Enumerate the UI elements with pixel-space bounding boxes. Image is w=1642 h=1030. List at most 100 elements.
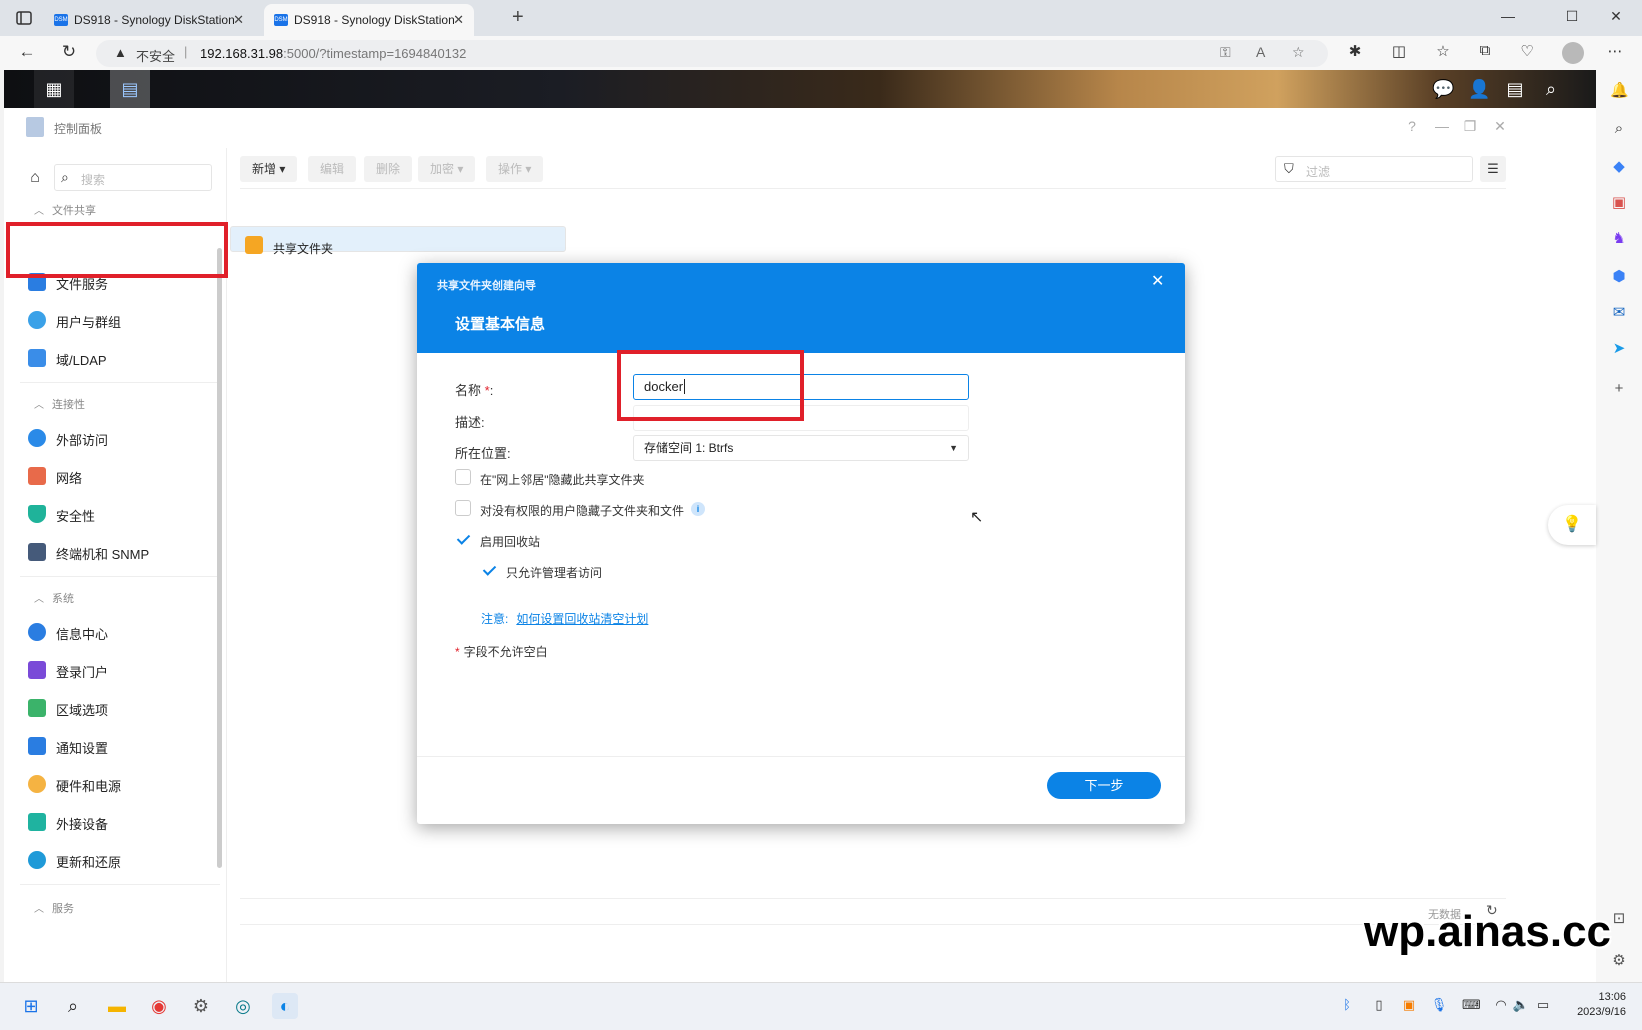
games-icon[interactable]: ♞ xyxy=(1610,230,1628,248)
hide-in-network-label[interactable]: 在"网上邻居"隐藏此共享文件夹 xyxy=(480,471,645,488)
maximize-icon[interactable]: ☐ xyxy=(1562,8,1582,25)
widgets-icon[interactable]: ▤ xyxy=(1504,79,1526,100)
outlook-icon[interactable]: ✉ xyxy=(1610,304,1628,322)
close-icon[interactable]: ✕ xyxy=(1151,271,1164,291)
close-icon[interactable]: ✕ xyxy=(1492,118,1508,135)
screenshot-icon[interactable]: ⊡ xyxy=(1610,910,1628,928)
admin-only-checkbox[interactable] xyxy=(481,562,497,578)
profile-avatar[interactable] xyxy=(1562,42,1584,64)
settings-gear-icon[interactable]: ⚙ xyxy=(188,993,214,1019)
sort-button[interactable]: ☰ xyxy=(1480,156,1506,182)
hide-subfolders-label[interactable]: 对没有权限的用户隐藏子文件夹和文件 xyxy=(480,502,684,519)
sidebar-item-hardware-power[interactable]: 硬件和电源 xyxy=(14,766,214,802)
location-select[interactable]: 存储空间 1: Btrfs ▼ xyxy=(633,435,969,461)
create-button[interactable]: 新增 ▾ xyxy=(240,156,298,182)
favorites-icon[interactable]: ☆ xyxy=(1432,42,1454,60)
section-file-sharing[interactable]: ︿ 文件共享 xyxy=(34,202,96,218)
security-label[interactable]: 不安全 xyxy=(136,46,175,65)
app-icon[interactable]: ◎ xyxy=(230,993,256,1019)
search-icon[interactable]: ⌕ xyxy=(60,993,86,1019)
key-icon[interactable]: ⚿ xyxy=(1220,44,1231,61)
close-tab-icon[interactable]: ✕ xyxy=(453,4,464,36)
new-tab-button[interactable]: + xyxy=(512,6,524,29)
sidebar-item-external-access[interactable]: 外部访问 xyxy=(14,420,214,456)
clock[interactable]: 13:06 2023/9/16 xyxy=(1566,990,1626,1020)
warning-icon[interactable]: ▲ xyxy=(114,45,127,60)
edge-browser-icon[interactable]: ◐ xyxy=(272,993,298,1019)
search-icon[interactable]: ⌕ xyxy=(1540,79,1562,100)
office-icon[interactable]: ⬢ xyxy=(1610,268,1628,286)
volume-icon[interactable]: 🔈 xyxy=(1512,997,1530,1013)
tab-actions-icon[interactable] xyxy=(14,8,34,28)
home-icon[interactable]: ⌂ xyxy=(20,164,50,192)
more-menu-icon[interactable]: ⋯ xyxy=(1604,42,1626,60)
app-tray-icon[interactable]: ▣ xyxy=(1400,997,1418,1013)
bluetooth-icon[interactable]: ᛒ xyxy=(1338,997,1356,1012)
chrome-icon[interactable]: ◉ xyxy=(146,993,172,1019)
add-icon[interactable]: + xyxy=(1610,380,1628,398)
sidebar-item-security[interactable]: 安全性 xyxy=(14,496,214,532)
close-window-icon[interactable]: ✕ xyxy=(1606,8,1626,25)
messages-icon[interactable]: 💬 xyxy=(1432,79,1454,100)
battery-icon[interactable]: ▭ xyxy=(1534,997,1552,1013)
wifi-icon[interactable]: ◠ xyxy=(1492,997,1510,1013)
tag-icon[interactable]: ◆ xyxy=(1610,158,1628,176)
assistant-float-icon[interactable]: 💡 xyxy=(1548,505,1596,545)
toolbox-icon[interactable]: ▣ xyxy=(1610,194,1628,212)
minimize-icon[interactable]: — xyxy=(1434,118,1450,134)
hide-subfolders-checkbox[interactable] xyxy=(455,500,471,516)
restore-icon[interactable]: ❐ xyxy=(1462,118,1478,135)
back-icon[interactable]: ← xyxy=(16,42,38,62)
sidebar-item-update-restore[interactable]: 更新和还原 xyxy=(14,842,214,878)
sidebar-item-external-devices[interactable]: 外接设备 xyxy=(14,804,214,840)
keyboard-icon[interactable]: ⌨ xyxy=(1462,997,1481,1013)
admin-only-label[interactable]: 只允许管理者访问 xyxy=(506,564,602,581)
send-icon[interactable]: ➤ xyxy=(1610,340,1628,358)
windows-start-icon[interactable]: ⊞ xyxy=(18,993,44,1019)
edit-button[interactable]: 编辑 xyxy=(308,156,357,182)
bell-icon[interactable]: 🔔 xyxy=(1610,82,1629,100)
close-tab-icon[interactable]: ✕ xyxy=(233,4,244,36)
enable-recycle-bin-checkbox[interactable] xyxy=(455,531,471,547)
microphone-icon[interactable]: 🎙 xyxy=(1430,997,1448,1013)
main-menu-button[interactable]: ▦ xyxy=(34,70,74,108)
read-aloud-icon[interactable]: A xyxy=(1256,44,1265,60)
enable-recycle-bin-label[interactable]: 启用回收站 xyxy=(480,533,540,550)
favorite-star-icon[interactable]: ☆ xyxy=(1292,44,1305,61)
reload-icon[interactable]: ↻ xyxy=(58,42,80,62)
file-explorer-icon[interactable]: ▬ xyxy=(104,993,130,1019)
hide-in-network-checkbox[interactable] xyxy=(455,469,471,485)
sidebar-item-info-center[interactable]: 信息中心 xyxy=(14,614,214,650)
sidebar-item-login-portal[interactable]: 登录门户 xyxy=(14,652,214,688)
search-icon[interactable]: ⌕ xyxy=(1610,120,1628,138)
sidebar-scrollbar[interactable] xyxy=(217,248,222,868)
encrypt-button[interactable]: 加密 ▾ xyxy=(418,156,476,182)
browser-tab-1[interactable]: DSM DS918 - Synology DiskStation ✕ xyxy=(44,4,254,36)
sidebar-item-terminal-snmp[interactable]: 终端机和 SNMP xyxy=(14,534,214,570)
sidebar-item-shared-folder[interactable]: 共享文件夹 xyxy=(230,226,566,256)
user-icon[interactable]: 👤 xyxy=(1468,79,1490,100)
recycle-bin-schedule-link[interactable]: 如何设置回收站清空计划 xyxy=(516,612,648,626)
sidebar-item-network[interactable]: 网络 xyxy=(14,458,214,494)
filter-input[interactable]: ⛉ 过滤 xyxy=(1275,156,1473,182)
url-input[interactable]: ▲ 不安全 | 192.168.31.98:5000/?timestamp=16… xyxy=(96,40,1328,67)
sidebar-item-regional-options[interactable]: 区域选项 xyxy=(14,690,214,726)
section-system[interactable]: ︿ 系统 xyxy=(34,590,74,606)
info-icon[interactable]: i xyxy=(691,502,705,516)
section-services[interactable]: ︿ 服务 xyxy=(34,900,74,916)
settings-gear-icon[interactable]: ⚙ xyxy=(1610,952,1628,970)
split-screen-icon[interactable]: ◫ xyxy=(1388,42,1410,60)
delete-button[interactable]: 删除 xyxy=(364,156,413,182)
extensions-icon[interactable]: ✱ xyxy=(1344,42,1366,60)
usb-icon[interactable]: ▯ xyxy=(1370,997,1388,1013)
sidebar-item-notification[interactable]: 通知设置 xyxy=(14,728,214,764)
section-connectivity[interactable]: ︿ 连接性 xyxy=(34,396,85,412)
sidebar-item-users-groups[interactable]: 用户与群组 xyxy=(14,302,214,338)
action-button[interactable]: 操作 ▾ xyxy=(486,156,544,182)
next-button[interactable]: 下一步 xyxy=(1047,772,1161,799)
control-panel-taskbar-button[interactable]: ▤ xyxy=(110,70,150,108)
collections-icon[interactable]: ⧉ xyxy=(1474,42,1496,59)
minimize-icon[interactable]: — xyxy=(1498,8,1518,24)
browser-essentials-icon[interactable]: ♡ xyxy=(1516,42,1538,60)
search-input[interactable]: ⌕ 搜索 xyxy=(54,164,212,191)
